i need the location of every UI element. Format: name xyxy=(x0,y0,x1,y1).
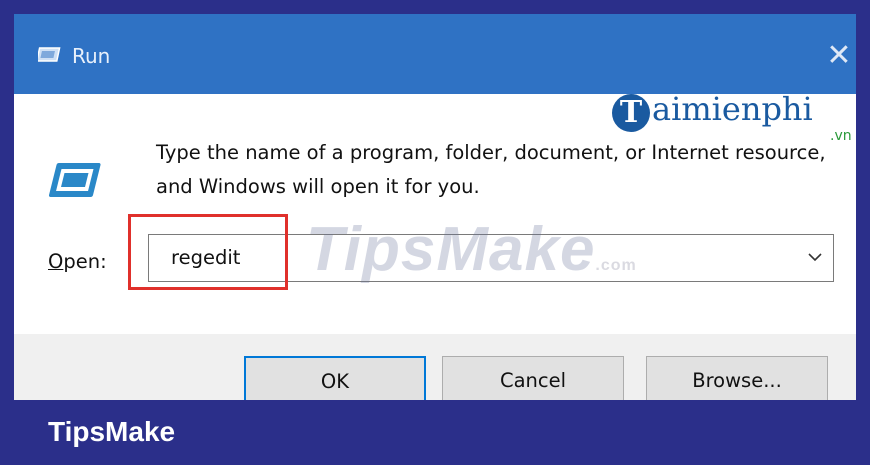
open-label-accelerator: O xyxy=(48,250,64,273)
banner-brand-text: TipsMake xyxy=(48,416,176,447)
taimienphi-logo-text: aimienphi xyxy=(652,90,813,128)
chevron-down-icon[interactable] xyxy=(807,251,823,263)
dialog-description: Type the name of a program, folder, docu… xyxy=(156,141,826,198)
taimienphi-logo-tld: .vn xyxy=(830,128,852,144)
input-highlight-box xyxy=(128,214,288,290)
run-dialog: Run ✕ Type the name of a program, folder… xyxy=(14,14,870,414)
tipsmake-watermark: TipsMake.com xyxy=(306,214,637,285)
close-icon: ✕ xyxy=(826,38,852,73)
run-app-icon xyxy=(38,47,61,62)
open-label-text: pen: xyxy=(63,250,107,273)
footer-banner: TipsMake xyxy=(0,400,870,465)
title-bar[interactable]: Run ✕ xyxy=(14,14,870,94)
run-dialog-icon xyxy=(48,163,101,197)
open-label: Open: xyxy=(48,250,107,273)
taimienphi-logo-initial: T xyxy=(612,94,650,132)
right-frame-edge xyxy=(856,0,870,465)
window-title: Run xyxy=(72,44,111,68)
close-button[interactable]: ✕ xyxy=(819,36,859,76)
tipsmake-watermark-text: TipsMake xyxy=(306,215,596,284)
tipsmake-watermark-suffix: .com xyxy=(595,257,637,274)
